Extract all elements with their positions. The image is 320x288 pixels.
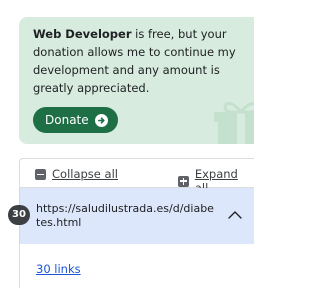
donation-card: Web Developer is free, but your donation… [19, 17, 254, 144]
links-row: 30 links [19, 244, 254, 288]
collapse-all-label: Collapse all [52, 167, 118, 181]
page-row[interactable]: https://saludilustrada.es/d/diabetes.htm… [19, 188, 254, 244]
page-url: https://saludilustrada.es/d/diabetes.htm… [36, 202, 214, 229]
chevron-up-icon[interactable] [228, 210, 242, 220]
donate-button-label: Donate [45, 113, 89, 127]
tree-toolbar: Collapse all Expand all [19, 158, 254, 195]
plus-square-icon [178, 175, 189, 187]
donate-button[interactable]: Donate [33, 107, 118, 133]
links-count-link[interactable]: 30 links [36, 262, 81, 276]
arrow-right-circle-icon [94, 113, 108, 127]
collapse-all-button[interactable]: Collapse all [35, 167, 118, 181]
link-count-badge: 30 [8, 205, 30, 225]
donation-message: Web Developer is free, but your donation… [33, 25, 254, 97]
web-developer-panel: Web Developer is free, but your donation… [0, 0, 254, 288]
minus-square-icon [35, 168, 46, 180]
gift-icon [214, 102, 254, 144]
brand-name: Web Developer [33, 27, 132, 41]
